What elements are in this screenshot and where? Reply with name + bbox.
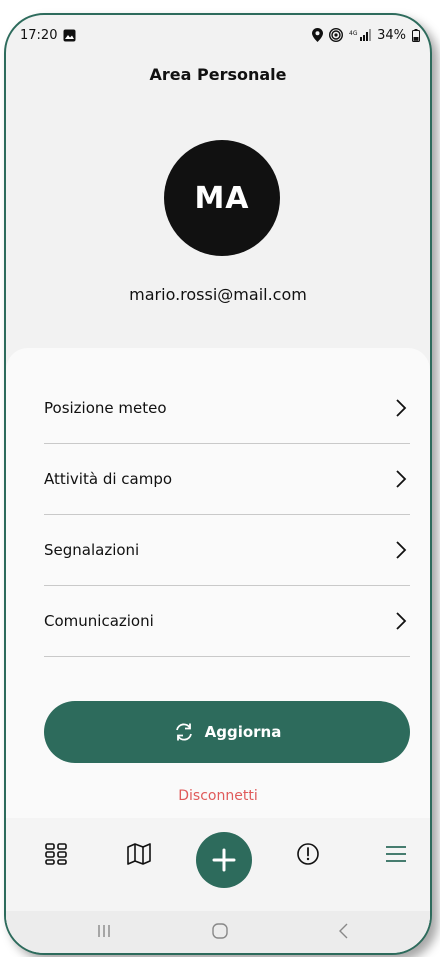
page-title: Area Personale <box>149 65 287 84</box>
menu-item-weather-position[interactable]: Posizione meteo <box>44 373 410 444</box>
back-icon[interactable] <box>334 921 354 941</box>
phone-screen: 17:20 4G 34% Area Personale MA mario.ros… <box>4 13 432 955</box>
map-icon[interactable] <box>126 842 152 866</box>
home-icon[interactable] <box>210 921 230 941</box>
menu-icon[interactable] <box>384 842 408 866</box>
refresh-icon <box>175 723 192 741</box>
menu-item-field-activity[interactable]: Attività di campo <box>44 444 410 515</box>
chevron-right-icon <box>396 612 407 630</box>
logout-link[interactable]: Disconnetti <box>6 788 430 804</box>
chevron-right-icon <box>396 541 407 559</box>
hotspot-icon <box>329 28 344 42</box>
menu-item-label: Attività di campo <box>44 470 173 488</box>
add-button[interactable] <box>196 832 252 888</box>
system-navigation-bar <box>6 911 430 953</box>
chevron-right-icon <box>396 399 407 417</box>
user-email: mario.rossi@mail.com <box>129 285 307 304</box>
chevron-right-icon <box>396 470 407 488</box>
menu-item-label: Comunicazioni <box>44 612 154 630</box>
signal-icon: 4G <box>349 29 372 41</box>
menu-item-label: Posizione meteo <box>44 399 167 417</box>
menu-item-label: Segnalazioni <box>44 541 140 559</box>
recent-apps-icon[interactable] <box>94 921 114 941</box>
battery-percent: 34% <box>377 27 406 43</box>
avatar: MA <box>164 140 280 256</box>
add-icon <box>212 848 236 872</box>
bottom-tab-bar <box>6 818 430 923</box>
avatar-initials: MA <box>194 180 250 216</box>
menu-item-communications[interactable]: Comunicazioni <box>44 586 410 657</box>
menu-item-reports[interactable]: Segnalazioni <box>44 515 410 586</box>
update-button-label: Aggiorna <box>204 723 282 741</box>
update-button[interactable]: Aggiorna <box>44 701 410 763</box>
svg-text:4G: 4G <box>349 30 358 37</box>
alert-icon[interactable] <box>296 842 320 866</box>
menu-card: Posizione meteo Attività di campo Segnal… <box>6 348 430 828</box>
dashboard-icon[interactable] <box>44 842 68 866</box>
location-icon <box>312 28 324 42</box>
battery-icon <box>412 28 420 42</box>
gallery-notification-icon <box>63 29 76 41</box>
status-time: 17:20 <box>20 27 58 43</box>
status-bar: 17:20 4G 34% <box>6 15 430 55</box>
